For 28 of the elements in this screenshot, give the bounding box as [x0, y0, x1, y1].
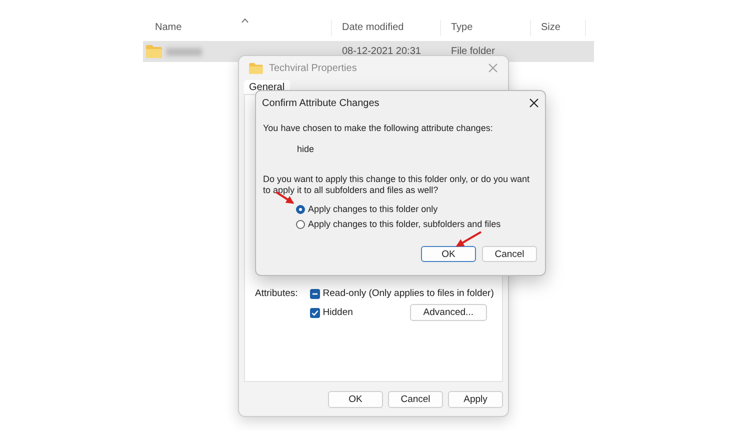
- dialog-button[interactable]: Cancel: [482, 246, 537, 262]
- table-cell: 08-12-2021 20:31: [342, 46, 421, 57]
- dialog-title: Confirm Attribute Changes: [262, 98, 380, 108]
- folder-icon: [249, 62, 263, 74]
- message-text: You have chosen to make the following attribute changes:: [263, 123, 494, 133]
- blurred-name: [166, 48, 202, 56]
- folder-icon: [146, 45, 162, 58]
- checkbox-label: Hidden: [322, 307, 353, 318]
- dialog-button[interactable]: Apply: [448, 391, 503, 408]
- annotation-arrow: [456, 231, 482, 247]
- dialog-button[interactable]: Cancel: [388, 391, 443, 408]
- radio-option[interactable]: Apply changes to this folder, subfolders and files: [296, 219, 501, 229]
- check-icon: [310, 308, 319, 316]
- attributes-label: Attributes:: [255, 287, 298, 301]
- column-header[interactable]: Size: [541, 22, 560, 33]
- dialog-button[interactable]: OK: [328, 391, 383, 408]
- attribute-change: hide: [297, 144, 316, 154]
- close-icon[interactable]: [529, 98, 539, 108]
- table-cell: File folder: [451, 46, 495, 57]
- radio-option[interactable]: Apply changes to this folder only: [296, 204, 438, 214]
- column-header[interactable]: Type: [451, 22, 473, 33]
- column-header[interactable]: Name: [155, 22, 182, 33]
- advanced-button[interactable]: Advanced...: [410, 304, 487, 321]
- column-header[interactable]: Date modified: [342, 22, 404, 33]
- window-title: Techviral Properties: [269, 62, 358, 74]
- dialog-button[interactable]: OK: [421, 246, 476, 262]
- checkbox-label: Read-only (Only applies to files in folder): [322, 288, 494, 299]
- checkbox[interactable]: [310, 308, 320, 318]
